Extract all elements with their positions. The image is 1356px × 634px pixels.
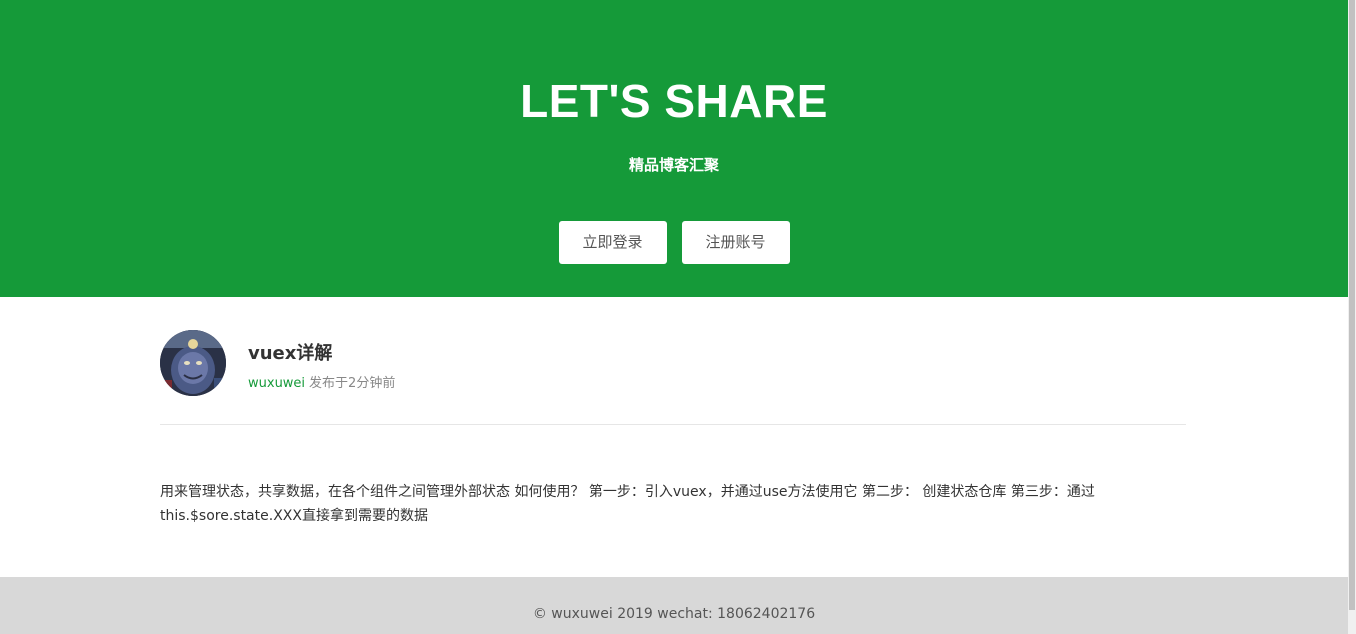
author-avatar[interactable] [160, 330, 226, 396]
register-button[interactable]: 注册账号 [681, 221, 790, 264]
hero-banner: LET'S SHARE 精品博客汇聚 立即登录 注册账号 [0, 0, 1348, 297]
post-time: 发布于2分钟前 [309, 376, 396, 391]
page: LET'S SHARE 精品博客汇聚 立即登录 注册账号 vuex详解 wuxu… [0, 0, 1356, 634]
footer: © wuxuwei 2019 wechat: 18062402176 [0, 577, 1348, 634]
author-link[interactable]: wuxuwei [248, 376, 305, 391]
site-title: LET'S SHARE [520, 75, 828, 127]
article-header: vuex详解 wuxuwei 发布于2分钟前 [160, 297, 1186, 425]
avatar-image [160, 330, 226, 396]
vertical-scrollbar[interactable] [1348, 0, 1356, 634]
footer-text: © wuxuwei 2019 wechat: 18062402176 [532, 606, 816, 622]
article-meta: wuxuwei 发布于2分钟前 [248, 372, 395, 391]
hero-buttons: 立即登录 注册账号 [0, 221, 1348, 264]
article-body: 用来管理状态，共享数据，在各个组件之间管理外部状态 如何使用？ 第一步：引入vu… [160, 484, 1095, 524]
article: vuex详解 wuxuwei 发布于2分钟前 用来管理状态，共享数据，在各个组件之… [160, 297, 1186, 528]
login-button[interactable]: 立即登录 [558, 221, 667, 264]
article-title[interactable]: vuex详解 [248, 339, 332, 365]
scrollbar-thumb[interactable] [1349, 0, 1355, 610]
viewport: LET'S SHARE 精品博客汇聚 立即登录 注册账号 vuex详解 wuxu… [0, 0, 1348, 634]
site-subtitle: 精品博客汇聚 [628, 156, 719, 174]
